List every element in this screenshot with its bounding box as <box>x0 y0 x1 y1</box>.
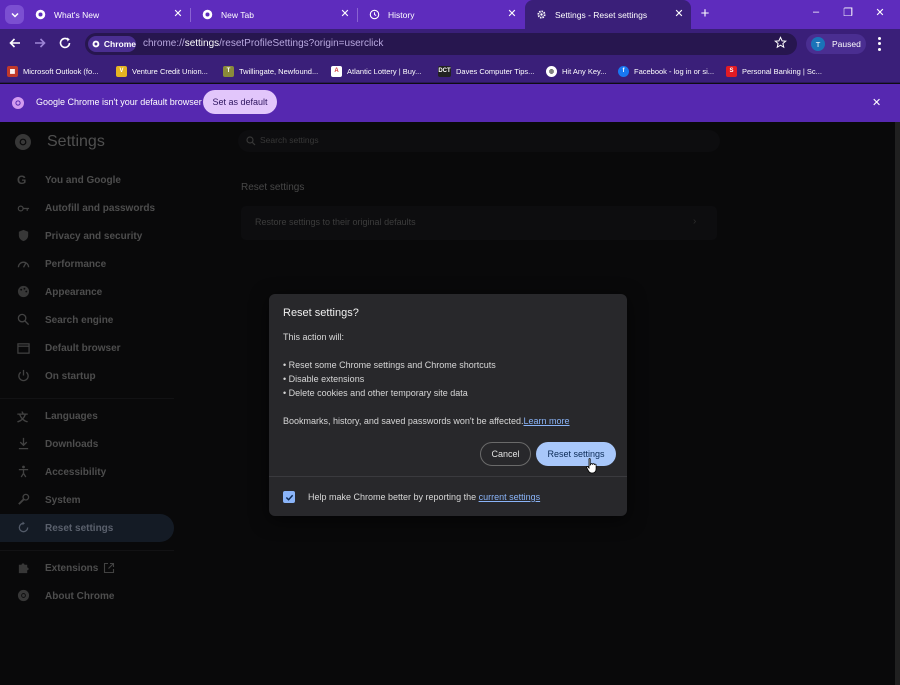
learn-more-link[interactable]: Learn more <box>524 416 570 426</box>
bookmark-label: Twillingate, Newfound... <box>239 66 319 76</box>
new-tab-button[interactable]: + <box>696 5 714 23</box>
checkbox-label-text: Help make Chrome better by reporting the <box>308 492 479 502</box>
forward-button[interactable] <box>33 36 49 52</box>
default-browser-infobar: Google Chrome isn't your default browser… <box>0 84 900 122</box>
reload-icon <box>59 37 71 49</box>
reset-settings-button[interactable]: Reset settings <box>536 442 616 466</box>
url-host: settings <box>184 38 220 49</box>
dialog-bullet: • Reset some Chrome settings and Chrome … <box>283 360 496 370</box>
cancel-button[interactable]: Cancel <box>480 442 531 466</box>
minimize-button[interactable]: – <box>806 6 826 22</box>
site-chip-label: Chrome <box>103 39 136 49</box>
close-icon[interactable]: ✕ <box>872 96 881 109</box>
bookmark-label: Facebook - log in or si... <box>634 66 715 76</box>
close-icon[interactable]: ✕ <box>339 8 351 20</box>
profile-button[interactable]: T Paused <box>806 34 866 54</box>
bookmark-label: Hit Any Key... <box>562 66 607 76</box>
url-path: /resetProfileSettings?origin=userclick <box>219 38 384 49</box>
dialog-title: Reset settings? <box>283 307 359 319</box>
bookmark-label: Atlantic Lottery | Buy... <box>347 66 422 76</box>
arrow-right-icon <box>35 38 46 48</box>
current-settings-link[interactable]: current settings <box>479 492 541 502</box>
chrome-icon <box>201 9 213 21</box>
arrow-left-icon <box>9 38 20 48</box>
history-icon <box>368 9 380 21</box>
bookmark-label: Venture Credit Union... <box>132 66 208 76</box>
tab-title: New Tab <box>221 9 254 20</box>
profile-status: Paused <box>832 39 861 49</box>
infobar-message: Google Chrome isn't your default browser <box>36 97 202 107</box>
gear-icon <box>535 9 547 21</box>
menu-button[interactable] <box>874 36 884 52</box>
scrollbar[interactable] <box>895 122 900 685</box>
dialog-note-text: Bookmarks, history, and saved passwords … <box>283 416 524 426</box>
dot <box>877 47 881 51</box>
report-settings-checkbox[interactable] <box>283 491 295 503</box>
checkbox-label: Help make Chrome better by reporting the… <box>308 492 540 502</box>
reload-button[interactable] <box>58 36 74 52</box>
set-as-default-button[interactable]: Set as default <box>203 90 277 114</box>
lottery-icon: A <box>331 65 342 77</box>
dialog-divider <box>269 476 627 477</box>
site-chip[interactable]: Chrome <box>88 36 136 52</box>
chrome-icon <box>12 97 24 109</box>
star-icon <box>774 36 787 49</box>
tab-strip: What's New ✕ New Tab ✕ History ✕ Setting… <box>0 0 900 29</box>
bookmark-item[interactable]: V Venture Credit Union... <box>116 64 208 78</box>
dct-icon: DCT <box>438 65 451 77</box>
chrome-icon <box>34 9 46 21</box>
bookmark-label: Microsoft Outlook (fo... <box>23 66 99 76</box>
checkmark-icon <box>285 494 293 501</box>
url-scheme: chrome:// <box>143 38 185 49</box>
mouse-cursor-icon <box>586 458 597 474</box>
dialog-bullet: • Disable extensions <box>283 374 365 384</box>
twillingate-icon: T <box>223 65 234 77</box>
close-icon[interactable]: ✕ <box>673 8 685 20</box>
tab-history[interactable]: History ✕ <box>358 0 524 29</box>
dot <box>877 42 881 46</box>
facebook-icon: f <box>618 65 629 77</box>
bookmark-item[interactable]: DCT Daves Computer Tips... <box>438 64 534 78</box>
chevron-down-icon <box>10 12 19 18</box>
bank-icon: S <box>726 65 737 77</box>
credit-union-icon: V <box>116 65 127 77</box>
restore-button[interactable]: ❐ <box>838 6 858 22</box>
bookmark-item[interactable]: T Twillingate, Newfound... <box>223 64 318 78</box>
globe-icon: ◍ <box>546 65 557 77</box>
url-text[interactable]: chrome://settings/resetProfileSettings?o… <box>143 38 383 49</box>
reset-settings-dialog: Reset settings? This action will: • Rese… <box>269 294 627 516</box>
dialog-bullet: • Delete cookies and other temporary sit… <box>283 388 468 398</box>
window-close-button[interactable]: ✕ <box>870 6 890 22</box>
tab-search-button[interactable] <box>5 5 24 24</box>
back-button[interactable] <box>8 36 24 52</box>
tab-title: What's New <box>54 9 100 20</box>
bookmark-star-button[interactable] <box>774 36 790 52</box>
bookmark-item[interactable]: S Personal Banking | Sc... <box>726 64 822 78</box>
tab-new-tab[interactable]: New Tab ✕ <box>191 0 357 29</box>
chrome-icon <box>92 40 100 48</box>
bookmark-item[interactable]: f Facebook - log in or si... <box>618 64 714 78</box>
tab-title: Settings - Reset settings <box>555 9 648 20</box>
bookmark-label: Personal Banking | Sc... <box>742 66 822 76</box>
tab-title: History <box>388 9 415 20</box>
address-bar[interactable]: Chrome chrome://settings/resetProfileSet… <box>85 33 797 55</box>
bookmark-item[interactable]: ▦ Microsoft Outlook (fo... <box>7 64 98 78</box>
tab-whats-new[interactable]: What's New ✕ <box>24 0 190 29</box>
dialog-note: Bookmarks, history, and saved passwords … <box>283 416 570 426</box>
close-icon[interactable]: ✕ <box>172 8 184 20</box>
bookmark-item[interactable]: A Atlantic Lottery | Buy... <box>331 64 421 78</box>
close-icon[interactable]: ✕ <box>506 8 518 20</box>
dot <box>877 37 881 41</box>
bookmark-item[interactable]: ◍ Hit Any Key... <box>546 64 606 78</box>
tab-settings[interactable]: Settings - Reset settings ✕ <box>525 0 691 29</box>
dialog-intro: This action will: <box>283 332 345 342</box>
bookmark-label: Daves Computer Tips... <box>456 66 535 76</box>
outlook-icon: ▦ <box>7 65 18 77</box>
avatar: T <box>811 37 825 51</box>
